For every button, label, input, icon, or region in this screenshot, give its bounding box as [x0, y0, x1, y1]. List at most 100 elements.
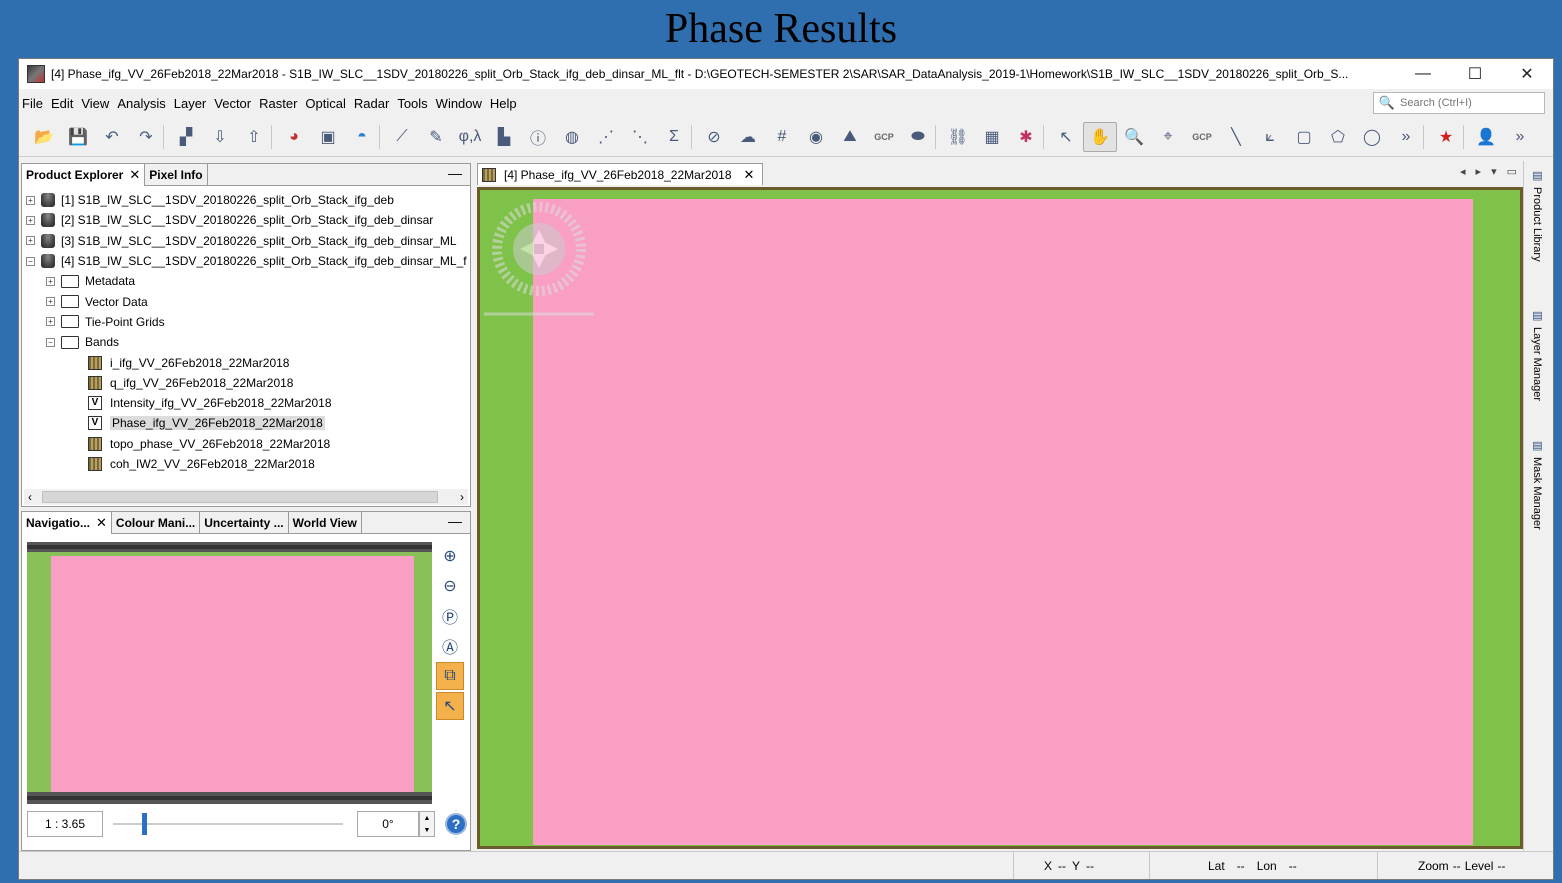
gcp-icon[interactable]: GCP [867, 122, 901, 152]
ellipse-drawing-tool-icon[interactable]: ◯ [1355, 122, 1389, 152]
close-icon[interactable]: ✕ [744, 167, 755, 183]
close-button[interactable]: ✕ [1501, 59, 1553, 89]
tab-colour-manipulation[interactable]: Colour Mani... [112, 512, 201, 534]
sync-cursor-icon[interactable]: ↖ [436, 692, 464, 720]
tree-band-phase[interactable]: V Phase_ifg_VV_26Feb2018_22Mar2018 [26, 413, 468, 433]
scale-field[interactable]: 1 : 3.65 [27, 811, 103, 837]
tree-product-3[interactable]: + [3] S1B_IW_SLC__1SDV_20180226_split_Or… [26, 231, 468, 251]
undo-icon[interactable]: ↶ [95, 122, 129, 152]
minimize-panel-icon[interactable]: — [448, 165, 462, 181]
expand-icon[interactable]: + [46, 317, 55, 327]
search-icon[interactable]: 🔍 [1374, 95, 1400, 111]
scrollbar-thumb[interactable] [42, 491, 438, 503]
tree-product-4[interactable]: − [4] S1B_IW_SLC__1SDV_20180226_split_Or… [26, 251, 468, 271]
tab-world-view[interactable]: World View [289, 512, 362, 534]
rgb-image-icon[interactable]: ◕ [277, 122, 311, 152]
spin-down-icon[interactable]: ▼ [424, 827, 431, 834]
polyline-drawing-tool-icon[interactable]: ⟀ [1253, 122, 1287, 152]
overflow-icon[interactable]: » [1503, 122, 1537, 152]
tree-folder-bands[interactable]: − Bands [26, 332, 468, 352]
tree-product-2[interactable]: + [2] S1B_IW_SLC__1SDV_20180226_split_Or… [26, 210, 468, 230]
close-icon[interactable]: ✕ [129, 167, 140, 183]
more-tools-icon[interactable]: » [1389, 122, 1423, 152]
gcp-placing-tool-icon[interactable]: GCP [1185, 122, 1219, 152]
next-tab-icon[interactable]: ▸ [1476, 165, 1482, 178]
menu-help[interactable]: Help [486, 96, 521, 111]
menu-edit[interactable]: Edit [47, 96, 77, 111]
star-icon[interactable]: ★ [1429, 122, 1463, 152]
minimize-panel-icon[interactable]: — [448, 513, 462, 529]
save-product-icon[interactable]: 💾 [61, 122, 95, 152]
density-plot-icon[interactable]: ⋱ [623, 122, 657, 152]
batch-processing-icon[interactable]: ⛓ [941, 122, 975, 152]
spin-up-icon[interactable]: ▲ [424, 815, 431, 822]
image-canvas[interactable] [477, 187, 1523, 849]
menu-raster[interactable]: Raster [255, 96, 301, 111]
draw-icon[interactable]: ✎ [419, 122, 453, 152]
star-tool-icon[interactable]: ✱ [1009, 122, 1043, 152]
menu-view[interactable]: View [77, 96, 113, 111]
tree-band-coherence[interactable]: coh_IW2_VV_26Feb2018_22Mar2018 [26, 454, 468, 474]
world-view-icon[interactable]: ◓ [345, 122, 379, 152]
select-tool-icon[interactable]: ↖ [1049, 122, 1083, 152]
expand-icon[interactable]: + [26, 215, 35, 225]
scroll-left-icon[interactable]: ‹ [28, 490, 32, 504]
tree-band-i-ifg[interactable]: i_ifg_VV_26Feb2018_22Mar2018 [26, 352, 468, 372]
sync-views-icon[interactable]: ⧉ [436, 662, 464, 690]
minimize-button[interactable]: — [1397, 59, 1449, 89]
redo-icon[interactable]: ↷ [129, 122, 163, 152]
graticule-icon[interactable]: # [765, 122, 799, 152]
tree-folder-tie-point-grids[interactable]: + Tie-Point Grids [26, 312, 468, 332]
layer-icon[interactable]: ⊘ [697, 122, 731, 152]
menu-analysis[interactable]: Analysis [113, 96, 169, 111]
tree-product-1[interactable]: + [1] S1B_IW_SLC__1SDV_20180226_split_Or… [26, 190, 468, 210]
collapse-icon[interactable]: − [46, 337, 55, 347]
expand-icon[interactable]: + [46, 276, 55, 286]
histogram-icon[interactable]: ▙ [487, 122, 521, 152]
scatter-plot-icon[interactable]: ⋰ [589, 122, 623, 152]
maximize-view-icon[interactable]: ▭ [1507, 165, 1517, 178]
pin-placing-tool-icon[interactable]: ⌖ [1151, 122, 1185, 152]
previous-tab-icon[interactable]: ◂ [1460, 165, 1466, 178]
slider-knob[interactable] [142, 813, 147, 835]
expand-icon[interactable]: + [46, 297, 55, 307]
menu-file[interactable]: File [19, 96, 47, 111]
tree-folder-vector-data[interactable]: + Vector Data [26, 291, 468, 311]
rotation-angle-field[interactable]: 0° [357, 811, 419, 837]
zoom-in-icon[interactable]: ⊕ [436, 542, 464, 570]
tab-product-library[interactable]: ▤ Product Library [1530, 169, 1544, 262]
tree-band-q-ifg[interactable]: q_ifg_VV_26Feb2018_22Mar2018 [26, 373, 468, 393]
spectrum-icon[interactable]: ◍ [555, 122, 589, 152]
zoom-slider[interactable] [113, 811, 343, 837]
profile-plot-icon[interactable]: ⟋ [385, 122, 419, 152]
search-input[interactable] [1400, 97, 1540, 109]
line-drawing-tool-icon[interactable]: ╲ [1219, 122, 1253, 152]
tree-band-intensity[interactable]: V Intensity_ifg_VV_26Feb2018_22Mar2018 [26, 393, 468, 413]
navigation-compass-icon[interactable] [484, 194, 594, 324]
range-finder-icon[interactable]: ☁ [731, 122, 765, 152]
menu-tools[interactable]: Tools [393, 96, 431, 111]
pan-tool-icon[interactable]: ✋ [1083, 121, 1117, 152]
tab-list-icon[interactable]: ▾ [1491, 165, 1497, 178]
tab-layer-manager[interactable]: ▤ Layer Manager [1530, 309, 1544, 401]
navigation-overview[interactable] [27, 542, 432, 804]
import-icon[interactable]: ⇩ [203, 122, 237, 152]
pixel-pos-icon[interactable]: ◉ [799, 122, 833, 152]
band-maths-icon[interactable]: ▞ [169, 122, 203, 152]
phase-lambda-icon[interactable]: φ,λ [453, 122, 487, 152]
open-product-icon[interactable]: 📂 [27, 122, 61, 152]
export-icon[interactable]: ⇧ [237, 122, 271, 152]
menu-optical[interactable]: Optical [301, 96, 349, 111]
zoom-out-icon[interactable]: ⊖ [436, 572, 464, 600]
rectangle-drawing-tool-icon[interactable]: ▢ [1287, 122, 1321, 152]
information-icon[interactable]: ⓘ [521, 122, 555, 152]
polygon-drawing-tool-icon[interactable]: ⬠ [1321, 122, 1355, 152]
zoom-all-icon[interactable]: Ⓐ [436, 632, 464, 660]
expand-icon[interactable]: + [26, 236, 35, 246]
tab-uncertainty[interactable]: Uncertainty ... [200, 512, 289, 534]
horizontal-scrollbar[interactable]: ‹ › [24, 489, 468, 505]
menu-vector[interactable]: Vector [210, 96, 255, 111]
close-icon[interactable]: ✕ [96, 515, 107, 531]
expand-icon[interactable]: + [26, 195, 35, 205]
rotation-spinner[interactable]: ▲ ▼ [419, 811, 435, 837]
